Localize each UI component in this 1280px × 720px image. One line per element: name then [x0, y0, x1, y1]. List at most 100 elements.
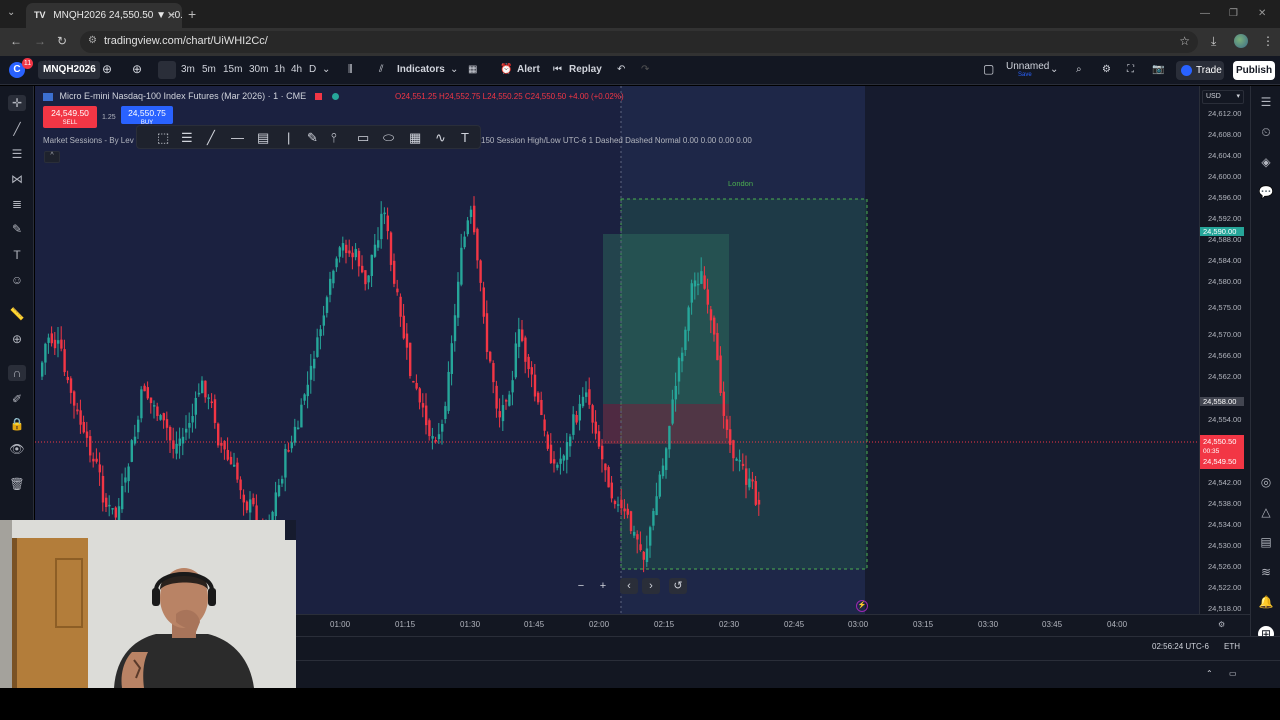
target-icon[interactable]: ◎ — [1258, 474, 1274, 490]
bookmark-star-icon[interactable]: ☆ — [1179, 34, 1190, 48]
trash-icon[interactable]: 🗑 — [8, 476, 26, 492]
new-tab-button[interactable]: + — [188, 6, 196, 22]
close-window-icon[interactable]: ✕ — [1258, 8, 1266, 19]
pattern-icon[interactable]: ⋈ — [8, 171, 26, 187]
lock-icon[interactable]: 🔒 — [8, 416, 26, 432]
layout-name-button[interactable]: Unnamed Save — [1006, 61, 1049, 78]
crosshair-icon[interactable]: ✛ — [8, 95, 26, 111]
zoom-out-button[interactable]: − — [572, 578, 590, 594]
fullscreen-icon[interactable]: ⛶ — [1127, 64, 1134, 75]
indicators-button[interactable]: Indicators — [397, 64, 445, 75]
zoom-in-button[interactable]: + — [594, 578, 612, 594]
browser-menu-icon[interactable]: ⋮ — [1262, 34, 1274, 48]
publish-button[interactable]: Publish — [1233, 61, 1275, 80]
trade-button[interactable]: Trade — [1176, 61, 1224, 80]
parallel-channel-icon[interactable]: ▤ — [257, 130, 269, 146]
url-field[interactable]: ⚙ tradingview.com/chart/UiWHI2Cc/ ☆ — [80, 31, 1198, 53]
text-tool-icon[interactable]: T — [8, 247, 26, 263]
close-tab-icon[interactable]: ✕ — [167, 9, 176, 22]
ideas-icon[interactable]: △ — [1258, 504, 1274, 520]
replay-button[interactable]: Replay — [569, 64, 602, 75]
stay-drawing-icon[interactable]: ✐ — [8, 391, 26, 407]
path-tool-icon[interactable]: ∿ — [435, 130, 446, 146]
redo-icon[interactable]: ↷ — [641, 64, 649, 75]
notifications-bell-icon[interactable]: 🔔 — [1258, 594, 1274, 610]
clock[interactable]: 02:56:24 UTC-6 — [1152, 642, 1209, 651]
forecast-icon[interactable]: ≣ — [8, 196, 26, 212]
undo-icon[interactable]: ↶ — [617, 64, 625, 75]
fib-tool-icon[interactable]: ⫯ — [331, 130, 337, 146]
indicator-legend[interactable]: Market Sessions - By Lev — [43, 136, 134, 145]
vertical-line-icon[interactable]: | — [287, 130, 290, 145]
maximize-panel-icon[interactable]: ▭ — [1229, 669, 1237, 678]
streams-icon[interactable]: ≋ — [1258, 564, 1274, 580]
timeframe-30m[interactable]: 30m — [249, 64, 268, 75]
currency-selector[interactable]: USD ▾ — [1202, 90, 1244, 104]
lines-tool-icon[interactable]: ☰ — [181, 130, 193, 146]
ruler-icon[interactable]: 📏 — [8, 306, 26, 322]
price-axis[interactable]: 24,612.00 24,608.00 24,604.00 24,600.00 24,5… — [1199, 86, 1250, 614]
timeframe-dropdown-icon[interactable]: ⌄ — [322, 64, 330, 75]
session-type[interactable]: ETH — [1224, 642, 1240, 651]
tab-search-icon[interactable]: ⌄ — [7, 7, 15, 18]
timeframe-1h[interactable]: 1h — [274, 64, 285, 75]
eye-icon[interactable]: 👁 — [8, 441, 26, 457]
object-tree-icon[interactable]: ◈ — [1258, 154, 1274, 170]
line-tool-icon[interactable]: ╱ — [207, 130, 215, 146]
restore-icon[interactable]: ❐ — [1229, 8, 1238, 19]
shape-tool-icon[interactable]: ⬭ — [383, 130, 394, 146]
layout-square-icon[interactable]: ▢ — [983, 62, 994, 76]
snapshot-camera-icon[interactable]: 📷 — [1152, 64, 1164, 75]
symbol-search-button[interactable]: MNQH2026 — [38, 61, 100, 79]
alert-icon[interactable]: ⏰ — [500, 64, 512, 75]
settings-gear-icon[interactable]: ⚙ — [1102, 64, 1111, 75]
rectangle-tool-icon[interactable]: ⬚ — [157, 130, 169, 146]
scroll-right-button[interactable]: › — [642, 578, 660, 594]
chart-type-candles-icon[interactable]: ⫼ — [348, 64, 353, 75]
trend-line-icon[interactable]: ╱ — [8, 121, 26, 137]
position-tool-icon[interactable]: ▭ — [357, 130, 369, 146]
sell-button[interactable]: 24,549.50 SELL — [43, 106, 97, 128]
alert-button[interactable]: Alert — [517, 64, 540, 75]
download-icon[interactable]: ⤓ — [1211, 34, 1216, 49]
magnet-icon[interactable]: ∩ — [8, 365, 26, 381]
profile-avatar[interactable] — [1234, 34, 1248, 48]
scroll-left-button[interactable]: ‹ — [620, 578, 638, 594]
layout-dropdown-icon[interactable]: ⌄ — [1050, 64, 1058, 75]
horizontal-line-icon[interactable]: — — [231, 130, 244, 145]
add-symbol-icon[interactable]: ⊕ — [102, 62, 112, 76]
reset-chart-button[interactable]: ↺ — [669, 578, 687, 594]
timeframe-3m[interactable]: 3m — [181, 64, 195, 75]
text-draw-icon[interactable]: T — [461, 130, 469, 145]
timeframe-5m[interactable]: 5m — [202, 64, 216, 75]
event-marker-icon[interactable]: ⚡ — [856, 600, 868, 612]
alerts-clock-icon[interactable]: ⏲ — [1258, 124, 1274, 140]
brush-icon[interactable]: ✎ — [8, 221, 26, 237]
indicators-dropdown-icon[interactable]: ⌄ — [450, 64, 458, 75]
site-info-icon[interactable]: ⚙ — [88, 35, 97, 46]
layouts-icon[interactable]: ▦ — [468, 64, 477, 75]
replay-icon[interactable]: ⏮ — [553, 64, 562, 75]
zoom-in-icon[interactable]: ⊕ — [8, 331, 26, 347]
timeframe-15m[interactable]: 15m — [223, 64, 242, 75]
buy-button[interactable]: 24,550.75 BUY — [121, 106, 173, 126]
pencil-tool-icon[interactable]: ✎ — [307, 130, 318, 146]
minimize-icon[interactable]: — — [1200, 8, 1210, 19]
back-icon[interactable]: ← — [10, 34, 22, 48]
fib-icon[interactable]: ☰ — [8, 146, 26, 162]
timeframe-d[interactable]: D — [309, 64, 316, 75]
collapse-legend-button[interactable]: ^ — [44, 151, 60, 163]
quick-search-icon[interactable]: ⌕ — [1076, 64, 1082, 75]
forward-icon[interactable]: → — [34, 34, 46, 48]
calendar-icon[interactable]: ▤ — [1258, 534, 1274, 550]
expand-panel-icon[interactable]: ⌃ — [1206, 669, 1213, 678]
browser-tab[interactable]: TV MNQH2026 24,550.50 ▼ −0.51... ✕ — [26, 3, 182, 28]
reload-icon[interactable]: ↻ — [57, 34, 67, 48]
timeframe-4h[interactable]: 4h — [291, 64, 302, 75]
watchlist-icon[interactable]: ☰ — [1258, 94, 1274, 110]
grid-tool-icon[interactable]: ▦ — [409, 130, 421, 146]
emoji-icon[interactable]: ☺ — [8, 272, 26, 288]
compare-icon[interactable]: ⊕ — [132, 62, 142, 76]
time-axis-settings-icon[interactable]: ⚙ — [1218, 620, 1225, 629]
indicators-icon[interactable]: ⫽ — [379, 64, 383, 75]
